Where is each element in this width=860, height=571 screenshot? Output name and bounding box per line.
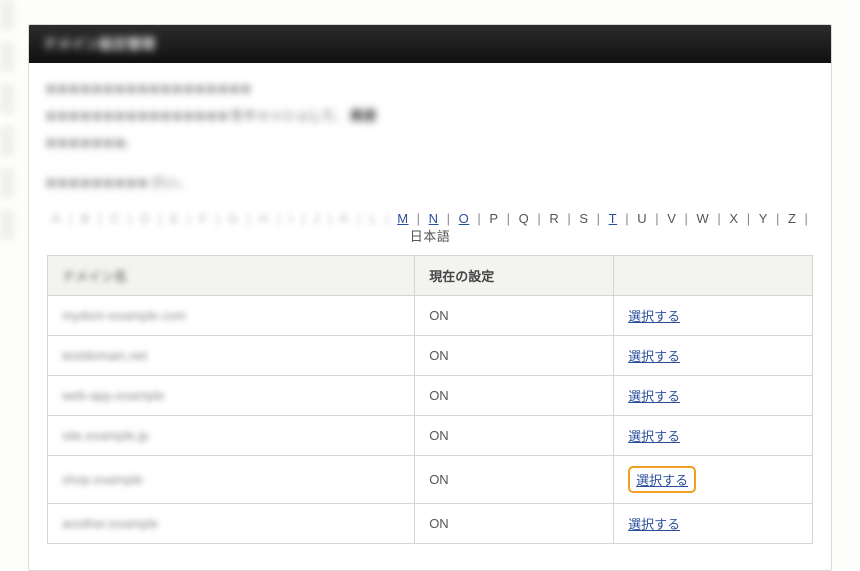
alpha-Z[interactable]: Z <box>786 211 798 226</box>
alpha-Q[interactable]: Q <box>517 211 532 226</box>
cell-status: ON <box>415 503 614 543</box>
alpha-Y[interactable]: Y <box>757 211 770 226</box>
alpha-M[interactable]: M <box>395 211 410 226</box>
table-row: mydom-example.comON 選択する <box>48 295 813 335</box>
cell-domain: mydom-example.com <box>48 295 415 335</box>
cell-domain: shop.example <box>48 455 415 503</box>
alpha-C: C <box>108 211 122 226</box>
cell-status: ON <box>415 335 614 375</box>
alpha-O[interactable]: O <box>457 211 472 226</box>
table-row: web-app.exampleON 選択する <box>48 375 813 415</box>
alpha-G: G <box>226 211 241 226</box>
cell-action: 選択する <box>614 295 813 335</box>
alpha-N[interactable]: N <box>427 211 441 226</box>
instruction-line: ■ ■ ■ ■ ■ ■ ■ ■ ■ さい。 <box>47 172 813 191</box>
alpha-日本語[interactable]: 日本語 <box>408 229 453 244</box>
col-header-status: 現在の設定 <box>415 255 614 295</box>
col-header-action <box>614 255 813 295</box>
domains-table: ドメイン名 現在の設定 mydom-example.comON選択するtestd… <box>47 255 813 544</box>
desc-line-3: ■ ■ ■ ■ ■ ■ ■。 <box>47 133 813 154</box>
table-row: testdomain.netON 選択する <box>48 335 813 375</box>
select-link[interactable]: 選択する <box>628 309 680 324</box>
alpha-V[interactable]: V <box>665 211 678 226</box>
alpha-A: A <box>50 211 63 226</box>
cell-domain: site.example.jp <box>48 415 415 455</box>
desc-line-2: ■ ■ ■ ■ ■ ■ ■ ■ ■ ■ ■ ■ ■ ■ ■ ■ をキャッシュして… <box>47 106 813 127</box>
alpha-X[interactable]: X <box>727 211 740 226</box>
select-link[interactable]: 選択する <box>628 389 680 404</box>
select-link[interactable]: 選択する <box>628 349 680 364</box>
alpha-E: E <box>168 211 181 226</box>
cell-status: ON <box>415 375 614 415</box>
cell-action: 選択する <box>614 503 813 543</box>
alpha-H: H <box>257 211 271 226</box>
cell-domain: testdomain.net <box>48 335 415 375</box>
select-link[interactable]: 選択する <box>628 429 680 444</box>
alpha-R[interactable]: R <box>547 211 561 226</box>
card-title: ドメイン設定管理 <box>29 25 831 63</box>
alpha-K: K <box>338 211 351 226</box>
cell-domain: web-app.example <box>48 375 415 415</box>
table-header-row: ドメイン名 現在の設定 <box>48 255 813 295</box>
highlight-ring: 選択する <box>628 466 696 493</box>
cell-action: 選択する <box>614 375 813 415</box>
card-body: ■ ■ ■ ■ ■ ■ ■ ■ ■ ■ ■ ■ ■ ■ ■ ■ ■ ■ ■ ■ … <box>29 63 831 569</box>
select-link[interactable]: 選択する <box>636 473 688 488</box>
alpha-S[interactable]: S <box>577 211 590 226</box>
desc-line-1: ■ ■ ■ ■ ■ ■ ■ ■ ■ ■ ■ ■ ■ ■ ■ ■ ■ ■ <box>47 79 813 100</box>
alpha-P[interactable]: P <box>487 211 500 226</box>
alpha-B: B <box>79 211 92 226</box>
alpha-I: I <box>287 211 295 226</box>
alpha-U[interactable]: U <box>635 211 649 226</box>
cell-domain: another.example <box>48 503 415 543</box>
cell-action: 選択する <box>614 455 813 503</box>
cell-status: ON <box>415 415 614 455</box>
table-body: mydom-example.comON選択するtestdomain.netON選… <box>48 295 813 543</box>
table-row: shop.exampleON 選択する <box>48 455 813 503</box>
page-root: ドメイン設定管理 ■ ■ ■ ■ ■ ■ ■ ■ ■ ■ ■ ■ ■ ■ ■ ■… <box>0 0 860 571</box>
alpha-T[interactable]: T <box>607 211 619 226</box>
alpha-W[interactable]: W <box>695 211 712 226</box>
cell-action: 選択する <box>614 415 813 455</box>
cell-status: ON <box>415 455 614 503</box>
alpha-F: F <box>197 211 209 226</box>
table-row: another.exampleON 選択する <box>48 503 813 543</box>
alpha-index-nav: A | B | C | D | E | F | G | H | I | J | … <box>47 211 813 245</box>
table-row: site.example.jpON 選択する <box>48 415 813 455</box>
alpha-L: L <box>367 211 379 226</box>
cell-action: 選択する <box>614 335 813 375</box>
alpha-D: D <box>138 211 152 226</box>
alpha-J: J <box>311 211 322 226</box>
cell-status: ON <box>415 295 614 335</box>
settings-card: ドメイン設定管理 ■ ■ ■ ■ ■ ■ ■ ■ ■ ■ ■ ■ ■ ■ ■ ■… <box>28 24 832 571</box>
col-header-domain: ドメイン名 <box>48 255 415 295</box>
select-link[interactable]: 選択する <box>628 517 680 532</box>
